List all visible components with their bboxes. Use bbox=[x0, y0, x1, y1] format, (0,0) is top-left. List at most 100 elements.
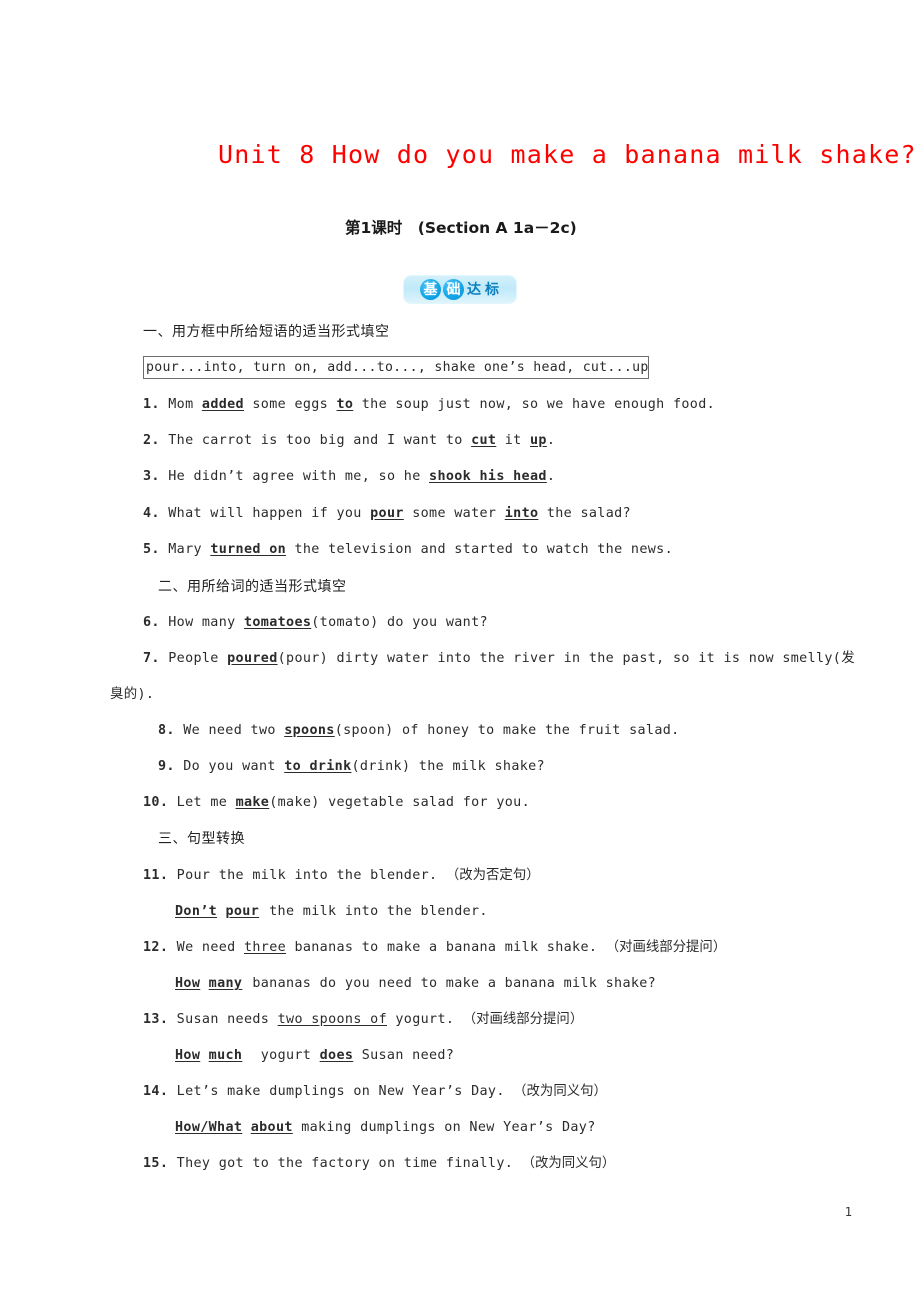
question-12-post: bananas to make a banana milk shake. bbox=[286, 940, 598, 955]
question-9-answer-1: to drink bbox=[284, 759, 352, 774]
question-12: 12. We need three bananas to make a bana… bbox=[143, 940, 726, 957]
question-1-pre: Mom bbox=[168, 397, 202, 412]
question-2-answer-1: cut bbox=[471, 433, 497, 448]
question-9-post: (drink) the milk shake? bbox=[351, 759, 545, 774]
question-13-pre: Susan needs bbox=[176, 1012, 278, 1027]
question-8-number: 8. bbox=[158, 723, 175, 738]
question-2-mid-1: it bbox=[496, 433, 530, 448]
question-4-mid-1: some water bbox=[403, 506, 505, 521]
question-8-post: (spoon) of honey to make the fruit salad… bbox=[334, 723, 680, 738]
question-13-number: 13. bbox=[143, 1012, 169, 1027]
question-5: 5. Mary turned on the television and sta… bbox=[143, 542, 673, 559]
question-7-pre: People bbox=[168, 651, 228, 666]
question-3-number: 3. bbox=[143, 469, 160, 484]
question-5-number: 5. bbox=[143, 542, 160, 557]
question-11-tag: （改为否定句） bbox=[445, 868, 540, 883]
question-2-answer-2: up bbox=[529, 433, 547, 448]
question-8: 8. We need two spoons(spoon) of honey to… bbox=[158, 723, 680, 740]
status-badge: 基 础 达 标 bbox=[404, 276, 516, 303]
question-1-answer-1: added bbox=[201, 397, 244, 412]
question-14-number: 14. bbox=[143, 1084, 169, 1099]
section-heading-2: 二、用所给词的适当形式填空 bbox=[158, 579, 347, 595]
question-14: 14. Let’s make dumplings on New Year’s D… bbox=[143, 1084, 607, 1101]
question-1: 1. Mom added some eggs to the soup just … bbox=[143, 397, 715, 414]
question-13-answer-post: Susan need? bbox=[353, 1048, 455, 1063]
question-11-answer-1: Don’t bbox=[175, 904, 218, 919]
question-1-mid-1: some eggs bbox=[243, 397, 337, 412]
badge-char-3: 达 bbox=[467, 281, 481, 298]
question-6-number: 6. bbox=[143, 615, 160, 630]
question-11-answer: Don’t pour the milk into the blender. bbox=[175, 904, 488, 921]
badge-char-1: 基 bbox=[420, 279, 441, 300]
question-7-number: 7. bbox=[143, 651, 160, 666]
question-3: 3. He didn’t agree with me, so he shook … bbox=[143, 469, 555, 486]
page-number: 1 bbox=[844, 1205, 852, 1219]
question-2-number: 2. bbox=[143, 433, 160, 448]
worksheet-page: Unit 8 How do you make a banana milk sha… bbox=[0, 0, 920, 1302]
question-9: 9. Do you want to drink(drink) the milk … bbox=[158, 759, 545, 776]
question-6-pre: How many bbox=[168, 615, 244, 630]
question-3-pre: He didn’t agree with me, so he bbox=[168, 469, 430, 484]
question-15-number: 15. bbox=[143, 1156, 169, 1171]
question-4-answer-2: into bbox=[504, 506, 539, 521]
question-12-number: 12. bbox=[143, 940, 169, 955]
question-2-post: . bbox=[546, 433, 556, 448]
section-heading-3: 三、句型转换 bbox=[158, 831, 245, 847]
badge-char-4: 标 bbox=[485, 281, 499, 298]
word-bank-box: pour...into, turn on, add...to..., shake… bbox=[143, 356, 649, 379]
question-12-answer: How many bananas do you need to make a ba… bbox=[175, 976, 656, 993]
question-7: 7. People poured(pour) dirty water into … bbox=[143, 651, 855, 668]
question-13-post: yogurt. bbox=[386, 1012, 455, 1027]
question-9-pre: Do you want bbox=[183, 759, 285, 774]
question-4-pre: What will happen if you bbox=[168, 506, 371, 521]
question-1-number: 1. bbox=[143, 397, 160, 412]
question-15-tag: （改为同义句） bbox=[521, 1156, 616, 1171]
question-12-underlined: three bbox=[243, 940, 287, 955]
question-15: 15. They got to the factory on time fina… bbox=[143, 1156, 615, 1173]
question-13-tag: （对画线部分提问） bbox=[462, 1012, 584, 1027]
badge-char-2: 础 bbox=[443, 279, 464, 300]
question-6-post: (tomato) do you want? bbox=[311, 615, 488, 630]
question-7-post: (pour) dirty water into the river in the… bbox=[277, 651, 855, 666]
question-13-answer-mid: yogurt bbox=[252, 1048, 320, 1063]
question-6: 6. How many tomatoes(tomato) do you want… bbox=[143, 615, 488, 632]
question-1-answer-2: to bbox=[336, 397, 354, 412]
question-14-answer-1: How/What bbox=[175, 1120, 243, 1135]
question-10: 10. Let me make(make) vegetable salad fo… bbox=[143, 795, 530, 812]
question-5-post: the television and started to watch the … bbox=[286, 542, 673, 557]
question-14-answer: How/What about making dumplings on New Y… bbox=[175, 1120, 596, 1137]
question-11-answer-2: pour bbox=[225, 904, 260, 919]
question-9-number: 9. bbox=[158, 759, 175, 774]
section-heading-1: 一、用方框中所给短语的适当形式填空 bbox=[143, 324, 390, 340]
question-4-answer-1: pour bbox=[370, 506, 404, 521]
question-6-answer-1: tomatoes bbox=[243, 615, 312, 630]
question-4: 4. What will happen if you pour some wat… bbox=[143, 506, 631, 523]
question-11: 11. Pour the milk into the blender. （改为否… bbox=[143, 868, 540, 885]
page-title: Unit 8 How do you make a banana milk sha… bbox=[218, 140, 917, 169]
question-14-answer-2: about bbox=[250, 1120, 293, 1135]
question-13-answer-2: much bbox=[208, 1048, 243, 1063]
question-12-answer-post: bananas do you need to make a banana mil… bbox=[252, 976, 657, 991]
question-10-pre: Let me bbox=[176, 795, 236, 810]
question-11-answer-post: the milk into the blender. bbox=[269, 904, 488, 919]
question-7-answer-1: poured bbox=[227, 651, 278, 666]
question-2-pre: The carrot is too big and I want to bbox=[168, 433, 472, 448]
question-12-pre: We need bbox=[176, 940, 244, 955]
question-2: 2. The carrot is too big and I want to c… bbox=[143, 433, 555, 450]
question-10-number: 10. bbox=[143, 795, 169, 810]
question-3-answer-1: shook his head bbox=[429, 469, 547, 484]
question-13-answer: How much yogurt does Susan need? bbox=[175, 1048, 454, 1065]
question-11-number: 11. bbox=[143, 868, 169, 883]
question-8-pre: We need two bbox=[183, 723, 285, 738]
question-13-answer-3: does bbox=[319, 1048, 354, 1063]
question-13: 13. Susan needs two spoons of yogurt. （对… bbox=[143, 1012, 583, 1029]
lesson-subtitle-text: 第1课时 (Section A 1a－2c) bbox=[345, 219, 577, 237]
question-12-answer-2: many bbox=[208, 976, 243, 991]
question-4-post: the salad? bbox=[538, 506, 631, 521]
lesson-subtitle: 第1课时 (Section A 1a－2c) bbox=[345, 216, 577, 238]
question-15-prompt: They got to the factory on time finally. bbox=[176, 1156, 514, 1171]
question-13-answer-1: How bbox=[175, 1048, 201, 1063]
question-10-post: (make) vegetable salad for you. bbox=[269, 795, 530, 810]
question-11-prompt: Pour the milk into the blender. bbox=[176, 868, 438, 883]
question-13-underlined: two spoons of bbox=[277, 1012, 387, 1027]
